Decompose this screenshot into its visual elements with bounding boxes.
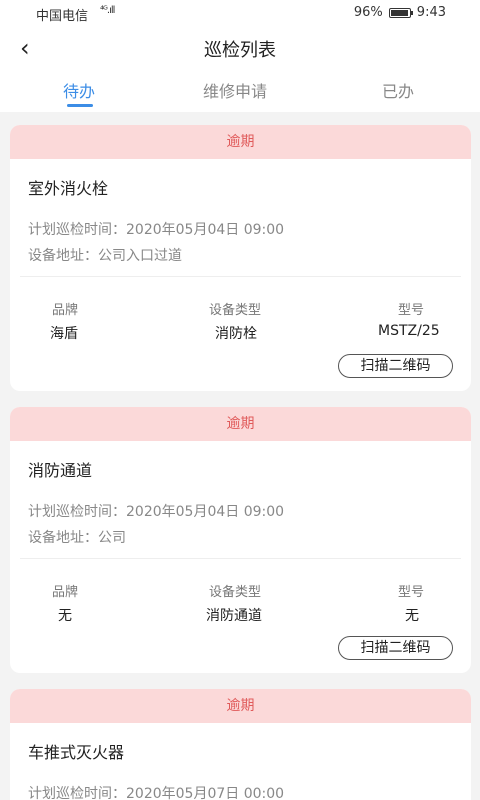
active-tab-indicator bbox=[67, 104, 93, 107]
type-label: 设备类型 bbox=[209, 303, 262, 318]
signal-icon: ⁴ᴳ.ıll bbox=[100, 5, 115, 16]
equipment-address: 设备地址：公司 bbox=[28, 530, 126, 546]
model-label: 型号 bbox=[398, 303, 425, 318]
type-value: 消防栓 bbox=[215, 326, 257, 342]
scan-qr-button[interactable]: 扫描二维码 bbox=[338, 354, 453, 378]
model-value: MSTZ/25 bbox=[378, 323, 440, 339]
page-title: 巡检列表 bbox=[204, 40, 276, 61]
equipment-name: 车推式灭火器 bbox=[28, 743, 125, 762]
divider bbox=[20, 276, 461, 277]
overdue-badge: 逾期 bbox=[10, 125, 471, 159]
tab-done[interactable]: 已办 bbox=[382, 78, 414, 102]
tab-repair-request[interactable]: 维修申请 bbox=[203, 78, 267, 102]
nav-bar: ‹ 巡检列表 bbox=[0, 26, 480, 70]
equipment-name: 消防通道 bbox=[28, 461, 93, 480]
overdue-badge: 逾期 bbox=[10, 407, 471, 441]
tab-bar: 待办 维修申请 已办 bbox=[0, 70, 480, 112]
inspection-card[interactable]: 逾期 车推式灭火器 计划巡检时间：2020年05月07日 00:00 bbox=[10, 689, 471, 800]
planned-time: 计划巡检时间：2020年05月07日 00:00 bbox=[28, 786, 285, 800]
clock: 9:43 bbox=[416, 5, 446, 20]
status-bar: 中国电信 ⁴ᴳ.ıll 96% 9:43 bbox=[0, 0, 480, 26]
overdue-badge: 逾期 bbox=[10, 689, 471, 723]
tab-todo[interactable]: 待办 bbox=[63, 78, 95, 102]
brand-value: 无 bbox=[58, 608, 72, 624]
planned-time: 计划巡检时间：2020年05月04日 09:00 bbox=[28, 504, 285, 520]
battery-level: 96% bbox=[353, 5, 383, 20]
equipment-name: 室外消火栓 bbox=[28, 179, 109, 198]
model-value: 无 bbox=[405, 608, 419, 624]
model-label: 型号 bbox=[398, 585, 425, 600]
scan-qr-button[interactable]: 扫描二维码 bbox=[338, 636, 453, 660]
brand-label: 品牌 bbox=[52, 585, 79, 600]
brand-value: 海盾 bbox=[50, 326, 78, 342]
equipment-address: 设备地址：公司入口过道 bbox=[28, 248, 182, 264]
carrier-name: 中国电信 bbox=[36, 9, 89, 24]
type-value: 消防通道 bbox=[206, 608, 262, 624]
inspection-card[interactable]: 逾期 室外消火栓 计划巡检时间：2020年05月04日 09:00 设备地址：公… bbox=[10, 125, 471, 391]
brand-label: 品牌 bbox=[52, 303, 79, 318]
inspection-card[interactable]: 逾期 消防通道 计划巡检时间：2020年05月04日 09:00 设备地址：公司… bbox=[10, 407, 471, 673]
divider bbox=[20, 558, 461, 559]
planned-time: 计划巡检时间：2020年05月04日 09:00 bbox=[28, 222, 285, 238]
battery-icon bbox=[388, 7, 413, 18]
type-label: 设备类型 bbox=[209, 585, 262, 600]
